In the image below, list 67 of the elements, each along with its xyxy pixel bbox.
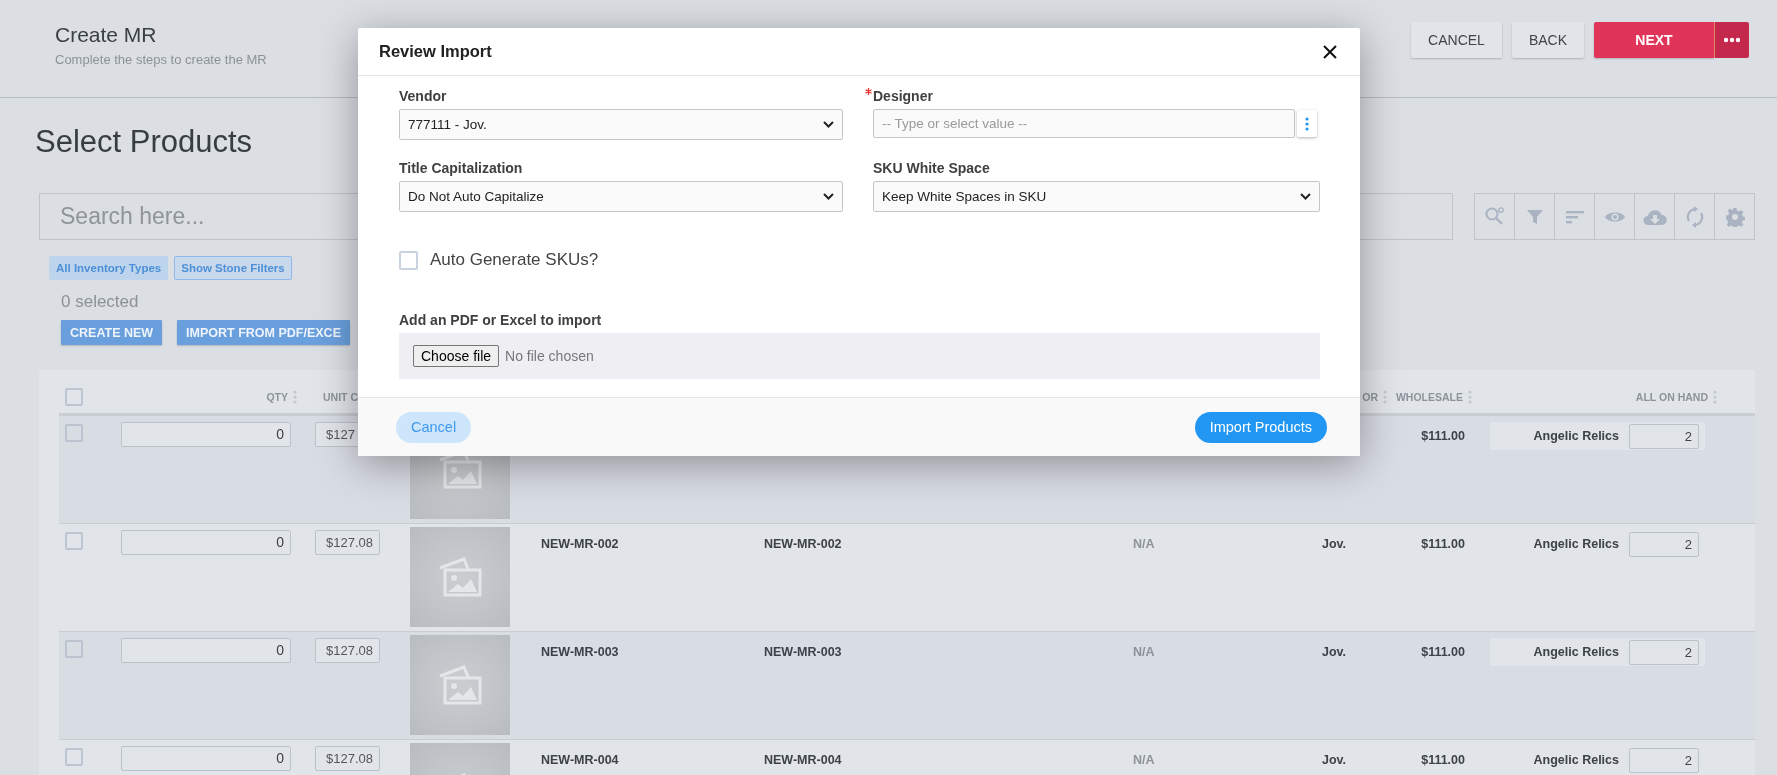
- table-cell: NEW-MR-002: [764, 537, 842, 551]
- field-label: Title Capitalization: [399, 160, 523, 176]
- table-cell: NEW-MR-003: [764, 645, 842, 659]
- table-cell: N/A: [1133, 753, 1155, 767]
- qty-field[interactable]: 0: [121, 530, 291, 555]
- table-cell: N/A: [1133, 537, 1155, 551]
- image-icon: [437, 664, 483, 706]
- more-button[interactable]: [1714, 22, 1749, 58]
- row-checkbox[interactable]: [65, 640, 83, 658]
- back-button[interactable]: BACK: [1511, 22, 1584, 58]
- checkbox-label: Auto Generate SKUs?: [430, 250, 599, 270]
- qty-field[interactable]: 0: [121, 638, 291, 663]
- cost-field: $127.08: [315, 638, 380, 663]
- on-hand-field[interactable]: 2: [1629, 639, 1699, 665]
- cancel-button[interactable]: CANCEL: [1411, 22, 1502, 58]
- on-hand-field[interactable]: 2: [1629, 747, 1699, 773]
- cost-field: $127.08: [315, 530, 380, 555]
- location-label: Angelic Relics: [1533, 429, 1619, 443]
- location-label: Angelic Relics: [1533, 645, 1619, 659]
- dialog-title: Review Import: [379, 42, 492, 61]
- selected-count: 0 selected: [61, 292, 140, 312]
- field-label: Designer: [873, 88, 933, 104]
- table-cell: Jov.: [1322, 753, 1347, 767]
- field-label: Add an PDF or Excel to import: [399, 312, 602, 328]
- qty-field[interactable]: 0: [121, 746, 291, 771]
- dropdown-field[interactable]: 777111 - Jov.: [399, 109, 843, 140]
- table-cell: $111.00: [1421, 537, 1465, 551]
- close-icon[interactable]: [1323, 44, 1337, 59]
- location-label: Angelic Relics: [1533, 753, 1619, 767]
- more-icon: [1723, 37, 1741, 43]
- chevron-down-icon: [823, 193, 834, 200]
- on-hand-field[interactable]: 2: [1629, 423, 1699, 449]
- row-checkbox[interactable]: [65, 748, 83, 766]
- table-cell: N/A: [1133, 645, 1155, 659]
- table-cell: Jov.: [1322, 645, 1347, 659]
- table-cell: NEW-MR-002: [541, 537, 619, 551]
- qty-field[interactable]: 0: [121, 422, 291, 447]
- more-icon: [1305, 116, 1309, 131]
- page-subtitle: Complete the steps to create the MR: [55, 52, 267, 67]
- table-cell: Jov.: [1322, 537, 1347, 551]
- select-all-checkbox[interactable]: [65, 387, 83, 406]
- on-hand-field[interactable]: 2: [1629, 531, 1699, 557]
- section-title: Select Products: [35, 124, 253, 160]
- location-label: Angelic Relics: [1533, 537, 1619, 551]
- field-label: SKU White Space: [873, 160, 990, 176]
- chevron-down-icon: [1300, 193, 1311, 200]
- table-cell: NEW-MR-004: [541, 753, 619, 767]
- table-cell: NEW-MR-003: [541, 645, 619, 659]
- table-cell: $111.00: [1421, 645, 1465, 659]
- auto-generate-checkbox[interactable]: [399, 250, 418, 270]
- row-checkbox[interactable]: [65, 532, 83, 550]
- choose-file-button[interactable]: Choose file: [413, 345, 500, 367]
- row-checkbox[interactable]: [65, 424, 83, 442]
- chevron-down-icon: [823, 121, 834, 128]
- field-label: Vendor: [399, 88, 447, 104]
- file-status: No file chosen: [505, 348, 594, 364]
- cost-field: $127.08: [315, 746, 380, 771]
- table-cell: NEW-MR-004: [764, 753, 842, 767]
- options-button[interactable]: [1297, 110, 1317, 137]
- table-cell: $111.00: [1421, 429, 1465, 443]
- table-cell: $111.00: [1421, 753, 1465, 767]
- image-icon: [437, 556, 483, 598]
- dropdown-field[interactable]: Keep White Spaces in SKU: [873, 181, 1320, 212]
- designer-field[interactable]: -- Type or select value --: [873, 109, 1295, 138]
- page-title: Create MR: [55, 22, 158, 48]
- next-button[interactable]: NEXT: [1594, 22, 1714, 58]
- dropdown-field[interactable]: Do Not Auto Capitalize: [399, 181, 843, 212]
